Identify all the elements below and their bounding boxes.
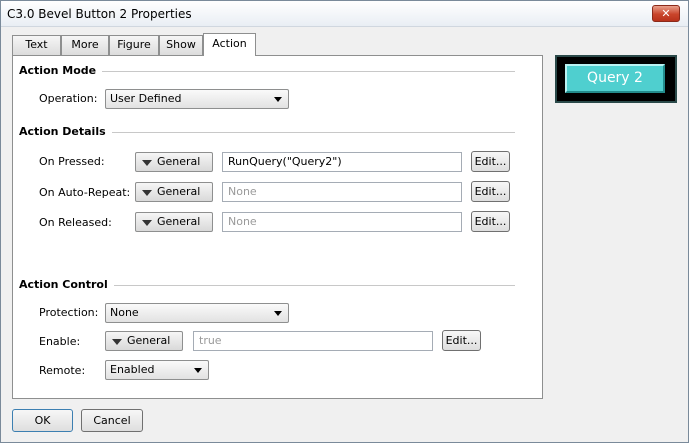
section-divider xyxy=(99,132,515,133)
cancel-button[interactable]: Cancel xyxy=(81,409,143,432)
on-auto-repeat-label: On Auto-Repeat: xyxy=(39,186,131,199)
dropdown-arrow-icon xyxy=(274,97,282,102)
on-auto-repeat-type-label: General xyxy=(157,185,201,198)
on-auto-repeat-edit-button[interactable]: Edit... xyxy=(471,181,510,202)
triangle-down-icon xyxy=(142,220,152,226)
dropdown-arrow-icon xyxy=(274,311,282,316)
operation-label: Operation: xyxy=(39,92,98,105)
enable-label: Enable: xyxy=(39,335,81,348)
on-auto-repeat-type-button[interactable]: General xyxy=(135,182,213,202)
tab-text[interactable]: Text xyxy=(12,35,61,55)
action-mode-title: Action Mode xyxy=(19,64,103,77)
section-divider xyxy=(99,285,515,286)
tab-show[interactable]: Show xyxy=(159,35,203,55)
dropdown-arrow-icon xyxy=(194,368,202,373)
remote-select[interactable]: Enabled xyxy=(105,360,209,380)
protection-select-value: None xyxy=(110,306,139,319)
button-preview: Query 2 xyxy=(565,64,665,93)
on-auto-repeat-action-field[interactable]: None xyxy=(222,182,462,202)
enable-condition-field[interactable]: true xyxy=(193,331,433,351)
triangle-down-icon xyxy=(112,339,122,345)
tab-action[interactable]: Action xyxy=(203,33,256,56)
protection-select[interactable]: None xyxy=(105,303,289,323)
window-title: C3.0 Bevel Button 2 Properties xyxy=(7,7,192,21)
on-released-label: On Released: xyxy=(39,216,112,229)
remote-label: Remote: xyxy=(39,364,86,377)
on-released-type-label: General xyxy=(157,215,201,228)
on-pressed-type-button[interactable]: General xyxy=(135,152,213,172)
action-control-title: Action Control xyxy=(19,278,114,291)
enable-type-button[interactable]: General xyxy=(105,331,183,351)
on-released-edit-button[interactable]: Edit... xyxy=(471,211,510,232)
operation-select-value: User Defined xyxy=(110,92,182,105)
on-pressed-action-field[interactable]: RunQuery("Query2") xyxy=(222,152,462,172)
enable-type-label: General xyxy=(127,334,171,347)
on-pressed-label: On Pressed: xyxy=(39,155,105,168)
triangle-down-icon xyxy=(142,190,152,196)
triangle-down-icon xyxy=(142,160,152,166)
operation-select[interactable]: User Defined xyxy=(105,89,289,109)
protection-label: Protection: xyxy=(39,306,99,319)
on-pressed-type-label: General xyxy=(157,155,201,168)
ok-button[interactable]: OK xyxy=(12,409,73,432)
close-button[interactable]: ✕ xyxy=(652,5,680,22)
on-released-action-field[interactable]: None xyxy=(222,212,462,232)
on-pressed-edit-button[interactable]: Edit... xyxy=(471,151,510,172)
section-divider xyxy=(95,71,515,72)
on-released-type-button[interactable]: General xyxy=(135,212,213,232)
tab-figure[interactable]: Figure xyxy=(109,35,159,55)
tab-more[interactable]: More xyxy=(61,35,109,55)
action-details-title: Action Details xyxy=(19,125,112,138)
remote-select-value: Enabled xyxy=(110,363,155,376)
enable-edit-button[interactable]: Edit... xyxy=(442,330,481,351)
